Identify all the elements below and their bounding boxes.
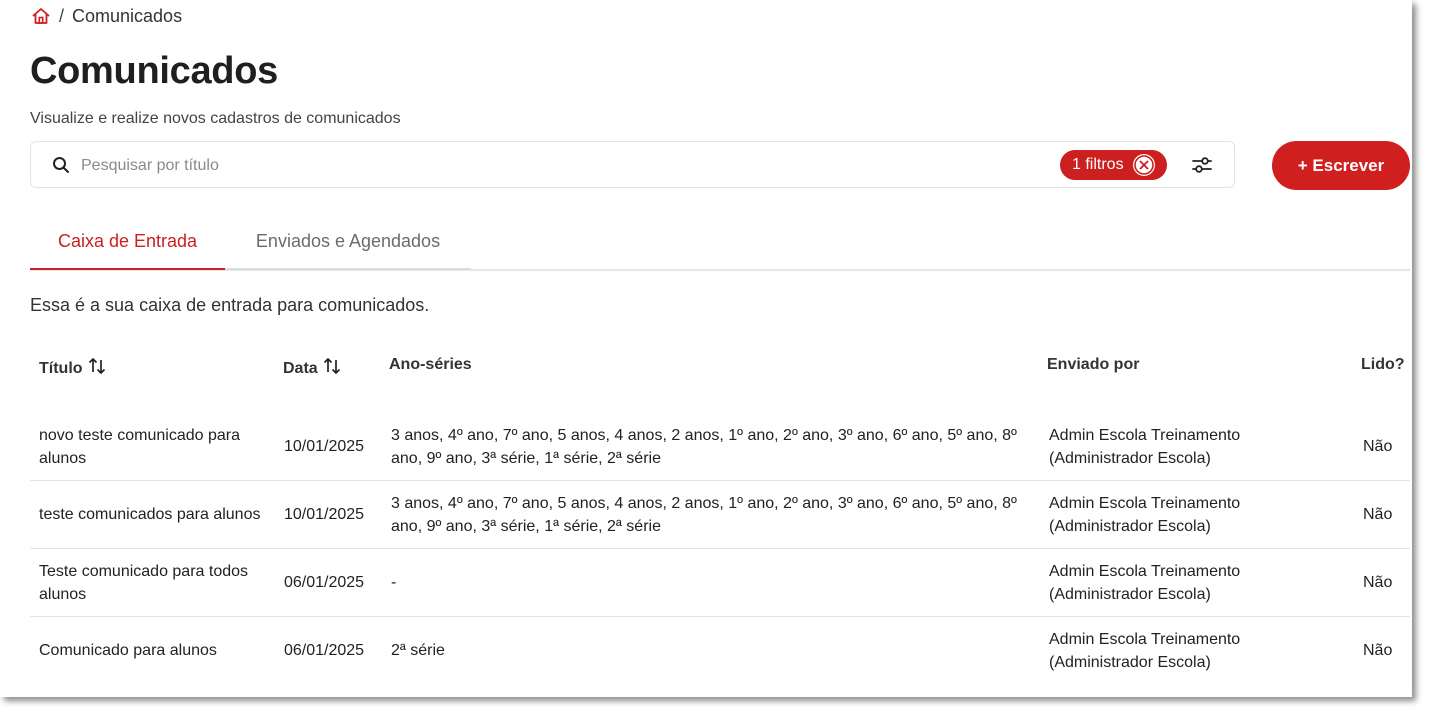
column-title-label: Título [39, 359, 83, 377]
write-button[interactable]: + Escrever [1272, 141, 1410, 190]
row-series: 3 anos, 4º ano, 7º ano, 5 anos, 4 anos, … [391, 426, 1017, 467]
row-series: 2ª série [391, 642, 445, 659]
page: / Comunicados Comunicados Visualize e re… [0, 0, 1412, 697]
breadcrumb-current: Comunicados [72, 5, 183, 26]
column-header-date[interactable]: Data [283, 356, 342, 381]
tab-inbox[interactable]: Caixa de Entrada [30, 214, 225, 270]
search-bar: 1 filtros [30, 141, 1235, 188]
row-title: Comunicado para alunos [39, 642, 217, 659]
column-header-series: Ano-séries [389, 356, 472, 374]
search-input[interactable] [79, 152, 983, 180]
table-row[interactable]: Comunicado para alunos 06/01/2025 2ª sér… [30, 617, 1410, 685]
row-date: 10/01/2025 [284, 506, 365, 523]
column-header-sent-by: Enviado por [1047, 356, 1139, 374]
row-series: - [391, 574, 397, 591]
filter-chip-label: 1 filtros [1072, 156, 1124, 173]
active-filters-chip[interactable]: 1 filtros [1060, 150, 1167, 180]
row-date: 10/01/2025 [284, 438, 365, 455]
column-header-read: Lido? [1361, 356, 1405, 374]
column-header-title[interactable]: Título [39, 356, 107, 381]
table-row[interactable]: teste comunicados para alunos 10/01/2025… [30, 481, 1410, 549]
page-title: Comunicados [30, 50, 278, 92]
row-date: 06/01/2025 [284, 642, 365, 659]
table-row[interactable]: novo teste comunicado para alunos 10/01/… [30, 413, 1410, 481]
row-read: Não [1363, 642, 1393, 659]
row-sent-by: Admin Escola Treinamento (Administrador … [1049, 426, 1241, 467]
sort-icon[interactable] [87, 356, 107, 381]
row-read: Não [1363, 438, 1393, 455]
row-read: Não [1363, 574, 1393, 591]
tab-sent-scheduled[interactable]: Enviados e Agendados [225, 214, 471, 270]
tab-bar: Caixa de Entrada Enviados e Agendados [30, 214, 1410, 271]
breadcrumb-separator: / [59, 5, 65, 26]
sort-icon[interactable] [322, 356, 342, 381]
breadcrumb: / Comunicados [31, 5, 182, 27]
row-title: novo teste comunicado para alunos [39, 426, 241, 467]
row-sent-by: Admin Escola Treinamento (Administrador … [1049, 562, 1241, 603]
page-subtitle: Visualize e realize novos cadastros de c… [30, 110, 401, 127]
row-sent-by: Admin Escola Treinamento (Administrador … [1049, 494, 1241, 535]
column-date-label: Data [283, 359, 318, 377]
row-date: 06/01/2025 [284, 574, 365, 591]
search-icon [51, 155, 71, 175]
row-read: Não [1363, 506, 1393, 523]
column-series-label: Ano-séries [389, 356, 472, 373]
table-row[interactable]: Teste comunicado para todos alunos 06/01… [30, 549, 1410, 617]
inbox-description: Essa é a sua caixa de entrada para comun… [30, 295, 430, 315]
column-sent-by-label: Enviado por [1047, 356, 1140, 373]
filter-settings-icon[interactable] [1191, 154, 1213, 176]
row-title: teste comunicados para alunos [39, 506, 261, 523]
row-title: Teste comunicado para todos alunos [39, 562, 249, 603]
home-icon[interactable] [31, 6, 51, 26]
close-icon[interactable] [1133, 154, 1155, 176]
row-sent-by: Admin Escola Treinamento (Administrador … [1049, 630, 1241, 671]
column-read-label: Lido? [1361, 356, 1405, 373]
row-series: 3 anos, 4º ano, 7º ano, 5 anos, 4 anos, … [391, 494, 1017, 535]
